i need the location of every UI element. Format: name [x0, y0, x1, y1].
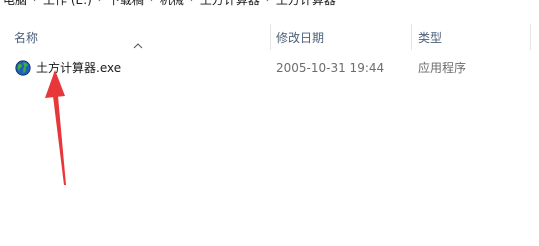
list-item[interactable]: 土方计算器.exe 2005-10-31 19:44 应用程序 — [0, 56, 539, 80]
breadcrumb-item-computer[interactable]: 电脑 — [0, 0, 30, 8]
column-name[interactable]: 名称 — [14, 22, 38, 50]
breadcrumb: 电脑 › 工作 (E:) › 下载稿 › 机械 › 土方计算器 › 土方计算器 — [0, 0, 539, 8]
column-header: 名称 修改日期 类型 — [0, 22, 539, 50]
chevron-right-icon: › — [95, 0, 105, 8]
column-divider[interactable] — [411, 24, 412, 50]
globe-app-icon — [15, 60, 31, 76]
chevron-right-icon: › — [187, 0, 197, 8]
breadcrumb-item-current[interactable]: 土方计算器 — [273, 0, 339, 8]
file-name[interactable]: 土方计算器.exe — [36, 56, 121, 80]
file-modified-date: 2005-10-31 19:44 — [276, 61, 385, 75]
breadcrumb-item-machinery[interactable]: 机械 — [157, 0, 187, 8]
column-type[interactable]: 类型 — [418, 22, 442, 50]
sort-ascending-icon — [133, 43, 143, 49]
chevron-right-icon: › — [30, 0, 40, 8]
column-divider[interactable] — [530, 24, 531, 50]
column-modified[interactable]: 修改日期 — [276, 22, 324, 50]
breadcrumb-item-folder[interactable]: 土方计算器 — [197, 0, 263, 8]
chevron-right-icon: › — [147, 0, 157, 8]
column-divider[interactable] — [270, 24, 271, 50]
file-type: 应用程序 — [418, 61, 467, 75]
breadcrumb-item-downloads[interactable]: 下载稿 — [105, 0, 147, 8]
breadcrumb-item-drive[interactable]: 工作 (E:) — [40, 0, 95, 8]
file-explorer-window: 电脑 › 工作 (E:) › 下载稿 › 机械 › 土方计算器 › 土方计算器 … — [0, 0, 539, 246]
chevron-right-icon: › — [263, 0, 273, 8]
